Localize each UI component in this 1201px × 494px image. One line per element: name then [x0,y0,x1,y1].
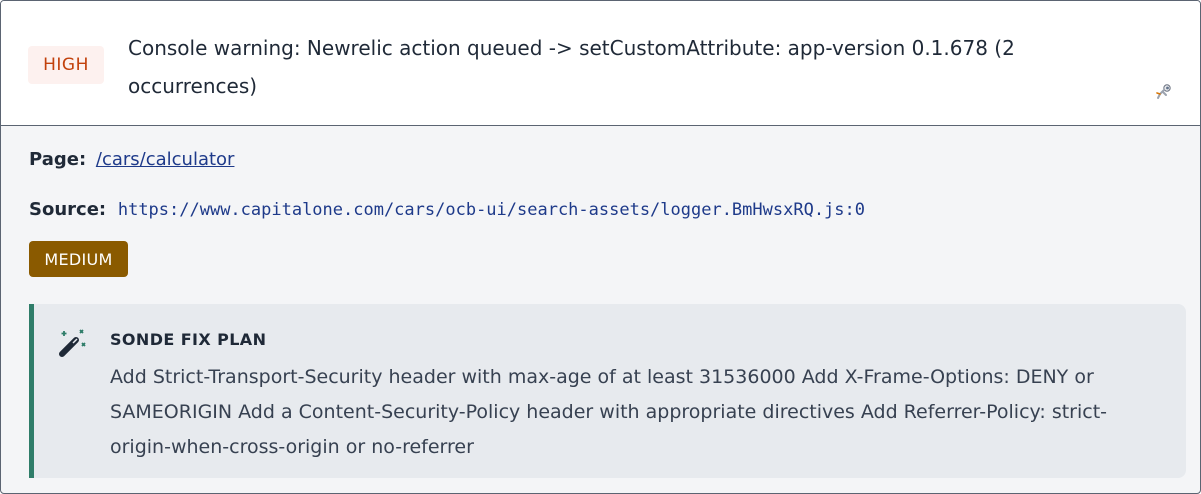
source-url: https://www.capitalone.com/cars/ocb-ui/s… [117,200,865,220]
astronaut-icon[interactable] [1153,81,1175,103]
source-row: Source: https://www.capitalone.com/cars/… [29,199,865,220]
issue-body: Page: /cars/calculator Source: https://w… [1,126,1200,493]
page-link[interactable]: /cars/calculator [96,149,235,170]
severity-badge: HIGH [28,46,104,84]
magic-wand-icon [56,326,90,360]
page-row: Page: /cars/calculator [29,149,234,170]
issue-card: HIGH Console warning: Newrelic action qu… [0,0,1201,494]
issue-header[interactable]: HIGH Console warning: Newrelic action qu… [1,1,1200,126]
fix-plan-heading: SONDE FIX PLAN [110,330,267,349]
issue-title: Console warning: Newrelic action queued … [128,36,1015,98]
fix-plan-panel: SONDE FIX PLAN Add Strict-Transport-Secu… [29,304,1186,478]
source-label: Source: [29,199,107,220]
page-label: Page: [29,149,87,170]
fix-plan-text: Add Strict-Transport-Security header wit… [110,366,1108,458]
impact-badge: MEDIUM [29,241,128,277]
